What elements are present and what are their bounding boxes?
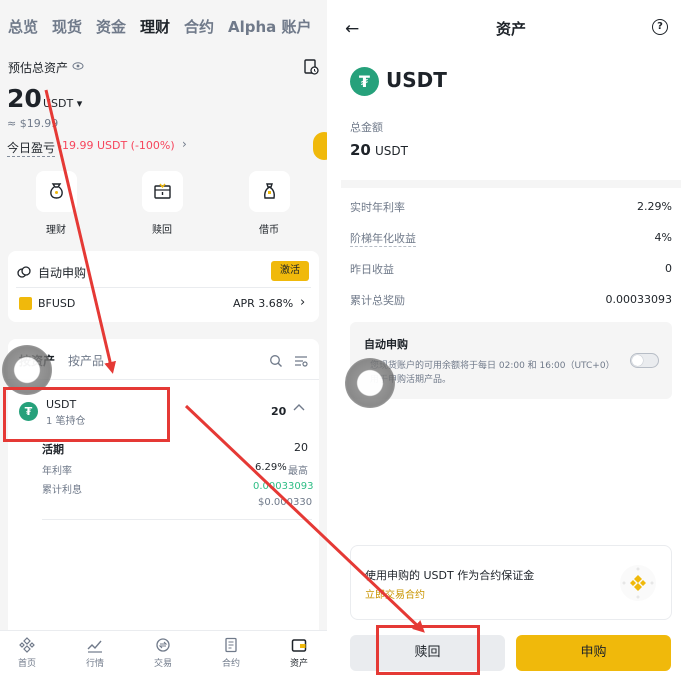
coins-icon [17,264,31,278]
auto-subscribe-title: 自动申购 [364,338,408,351]
today-pnl-label[interactable]: 今日盈亏 [7,139,56,157]
filter-icon[interactable] [294,353,308,367]
tiered-apr-label[interactable]: 阶梯年化收益 [350,230,416,247]
tab-funding[interactable]: 资金 [96,16,126,37]
estimated-total-label: 预估总资产 [8,61,69,75]
trade-icon [156,638,170,652]
tab-overview[interactable]: 总览 [8,16,38,37]
tab-earn[interactable]: 理财 [140,16,170,37]
nav-home[interactable]: 首页 [2,637,52,669]
nav-markets[interactable]: 行情 [70,637,120,669]
interest-label: 累计利息 [42,485,82,496]
total-balance: 20 [7,84,42,113]
total-amount-currency: USDT [375,144,408,158]
futures-promo-card[interactable]: 使用申购的 USDT 作为合约保证金 立即交易合约 [350,545,672,620]
bfusd-name[interactable]: BFUSD [38,297,75,310]
total-rewards-label: 累计总奖励 [350,294,405,307]
subscribe-button[interactable]: 申购 [516,635,671,671]
highlight-box-redeem [376,625,480,675]
total-amount-value: 20 [350,141,371,159]
divider [8,379,319,380]
nav-trade[interactable]: 交易 [138,637,188,669]
binance-logo-icon [619,564,657,602]
touch-indicator [345,358,395,408]
currency-selector[interactable]: USDT ▾ [43,97,82,110]
interest-value: 0.00033093 [253,481,314,492]
realtime-apr-label: 实时年利率 [350,201,405,214]
tab-by-product[interactable]: 按产品 [68,352,104,369]
redeem-action-button[interactable] [142,171,183,212]
nav-assets[interactable]: 资产 [274,637,324,669]
total-amount-label: 总金额 [350,121,383,134]
page-title: 资产 [496,20,527,38]
earn-action-button[interactable] [36,171,77,212]
help-icon[interactable]: ? [652,19,668,35]
loan-action-label: 借币 [259,225,279,236]
auto-subscribe-box: 自动申购 您现货账户的可用余额将于每日 02:00 和 16:00（UTC+0）… [350,322,672,399]
chevron-right-icon[interactable]: › [300,295,305,310]
coin-name: USDT [386,68,447,92]
earn-action-label: 理财 [46,225,66,236]
activate-button[interactable]: 激活 [271,261,309,281]
right-screen: ← 资产 ? ₮ USDT 总金额 20 USDT 实时年利率 2.29% 阶梯… [341,0,681,675]
left-screen: 总览 现货 资金 理财 合约 Alpha 账户 预估总资产 20 USDT ▾ … [0,0,327,675]
box-icon [154,183,171,199]
tab-futures[interactable]: 合约 [184,16,214,37]
back-arrow-icon[interactable]: ← [345,19,359,39]
moneybag-icon [50,183,63,199]
nav-futures-label: 合约 [221,659,240,669]
wallet-icon [291,639,307,652]
chevron-up-icon[interactable] [293,402,305,417]
top-tabs: 总览 现货 资金 理财 合约 Alpha 账户 [0,0,327,52]
loan-action-button[interactable] [249,171,290,212]
interest-usd: $0.000330 [258,497,313,508]
bottom-nav: 首页 行情 交易 合约 资产 [0,630,327,675]
home-icon [19,637,35,653]
promo-text: 使用申购的 USDT 作为合约保证金 [365,569,535,582]
bfusd-icon [19,297,32,310]
tiered-apr-value: 4% [654,231,672,244]
flexible-amount: 20 [294,441,308,454]
divider [42,519,312,520]
redeem-action-label: 赎回 [152,225,172,236]
section-divider [341,180,681,188]
flexible-title: 活期 [42,443,64,456]
yesterday-earnings-value: 0 [665,262,672,275]
apr-value: 6.29% [255,462,287,473]
loan-icon [264,183,275,199]
highlight-box-usdt-row [3,387,170,442]
nav-trade-label: 交易 [153,659,172,669]
tab-alpha[interactable]: Alpha 账户 [228,16,312,37]
auto-subscribe-card: 自动申购 激活 BFUSD APR 3.68% › [8,251,319,322]
tab-spot[interactable]: 现货 [52,16,82,37]
nav-assets-label: 资产 [289,659,308,669]
promo-link[interactable]: 立即交易合约 [365,586,425,601]
today-pnl-value: -19.99 USDT (-100%) [58,139,175,152]
bfusd-apr: APR 3.68% [233,297,294,310]
asset-amount: 20 [271,405,287,418]
contract-icon [225,637,237,653]
tether-icon: ₮ [350,67,379,96]
auto-subscribe-desc: 您现货账户的可用余额将于每日 02:00 和 16:00（UTC+0）用于申购活… [370,361,615,385]
divider [16,287,311,288]
auto-subscribe-toggle[interactable] [630,353,659,368]
total-rewards-value: 0.00033093 [605,293,672,306]
apr-suffix: 最高 [288,466,308,477]
nav-markets-label: 行情 [85,659,104,669]
yesterday-earnings-label: 昨日收益 [350,263,394,276]
auto-subscribe-title: 自动申购 [38,266,87,280]
assistant-bubble-icon[interactable] [313,132,327,160]
nav-home-label: 首页 [17,659,36,669]
nav-futures[interactable]: 合约 [206,637,256,669]
apr-label: 年利率 [42,466,72,477]
search-icon[interactable] [269,353,283,367]
approx-usd-value: ≈ $19.99 [7,117,59,130]
chevron-right-icon[interactable]: › [182,137,187,151]
chart-icon [87,640,102,653]
eye-icon[interactable] [72,60,84,72]
history-icon[interactable] [302,58,320,76]
realtime-apr-value: 2.29% [637,200,672,213]
